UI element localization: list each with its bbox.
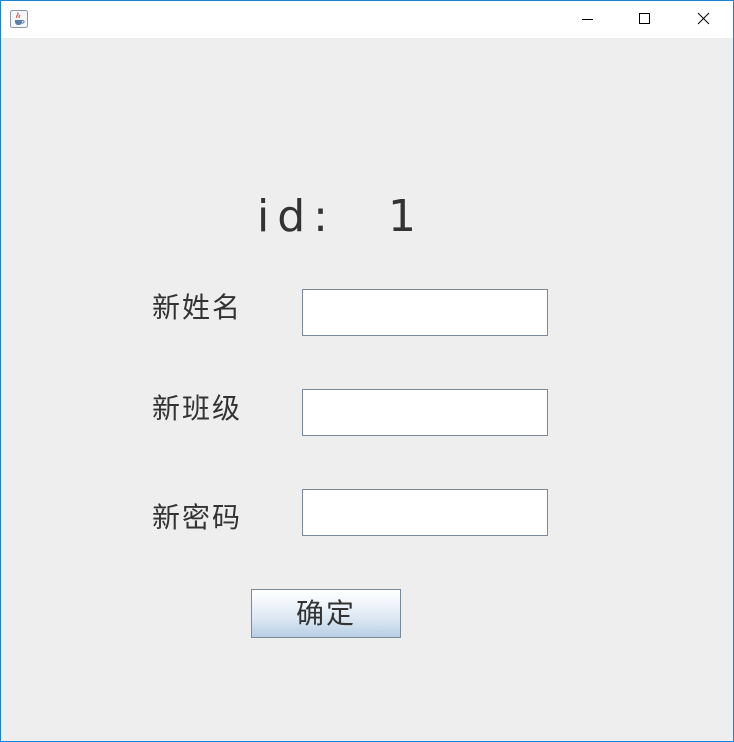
- new-class-label: 新班级: [152, 392, 243, 425]
- title-bar[interactable]: [1, 1, 733, 38]
- id-label: id:: [257, 191, 336, 242]
- new-class-field[interactable]: [302, 389, 548, 436]
- id-value: 1: [387, 191, 424, 242]
- app-window: id: 1 新姓名 新班级 新密码 确定: [0, 0, 734, 742]
- minimize-button[interactable]: [564, 1, 610, 38]
- confirm-button[interactable]: 确定: [251, 589, 401, 638]
- maximize-button[interactable]: [621, 1, 667, 38]
- java-coffee-cup-icon[interactable]: [10, 10, 28, 28]
- form-panel: id: 1 新姓名 新班级 新密码 确定: [1, 38, 733, 741]
- new-name-field[interactable]: [302, 289, 548, 336]
- close-button[interactable]: [680, 1, 726, 38]
- new-name-label: 新姓名: [152, 291, 243, 324]
- new-password-field[interactable]: [302, 489, 548, 536]
- id-display: id: 1: [257, 191, 424, 243]
- new-password-label: 新密码: [152, 501, 243, 534]
